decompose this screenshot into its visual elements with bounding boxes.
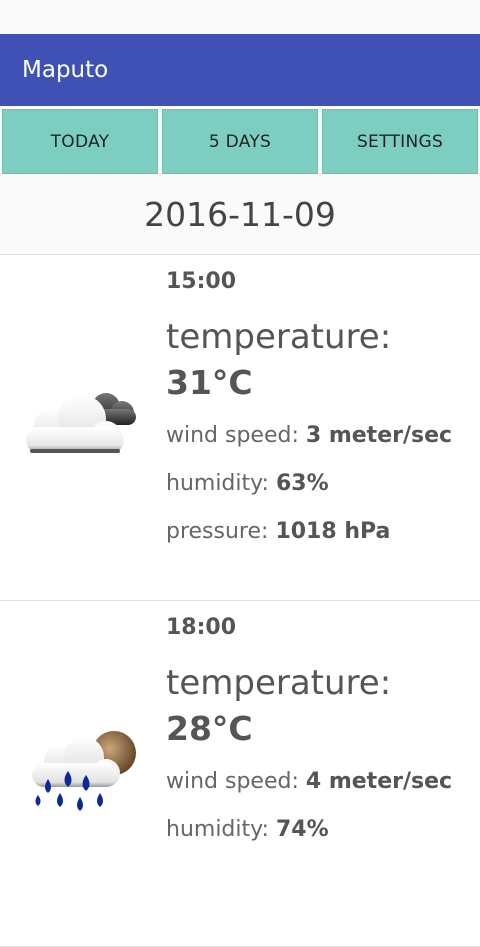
cloudy-icon <box>26 393 136 453</box>
pressure: pressure: 1018 hPa <box>166 519 391 544</box>
wind-speed: wind speed: 4 meter/sec <box>166 769 453 794</box>
temperature-value: 28°C <box>166 709 253 748</box>
temperature-label: temperature: <box>166 663 392 703</box>
status-bar <box>0 0 480 34</box>
forecast-date: 2016-11-09 <box>0 174 480 255</box>
app-bar: Maputo <box>0 34 480 106</box>
forecast-list[interactable]: 15:00 temperature: 31°C wind speed: 3 me… <box>0 255 480 947</box>
forecast-item: 15:00 temperature: 31°C wind speed: 3 me… <box>0 255 480 601</box>
forecast-time: 15:00 <box>166 269 237 294</box>
temperature-label: temperature: <box>166 317 392 357</box>
tab-settings[interactable]: SETTINGS <box>322 109 478 174</box>
tab-5-days[interactable]: 5 DAYS <box>162 109 318 174</box>
temperature-value: 31°C <box>166 363 253 402</box>
humidity: humidity: 74% <box>166 817 329 842</box>
app-title: Maputo <box>22 57 109 83</box>
forecast-time: 18:00 <box>166 615 237 640</box>
tab-today[interactable]: TODAY <box>2 109 158 174</box>
forecast-item: 18:00 temperature: 28°C wind speed: 4 me… <box>0 601 480 947</box>
tab-bar: TODAY 5 DAYS SETTINGS <box>0 106 480 174</box>
humidity: humidity: 63% <box>166 471 329 496</box>
rain-icon <box>32 731 136 811</box>
wind-speed: wind speed: 3 meter/sec <box>166 423 453 448</box>
